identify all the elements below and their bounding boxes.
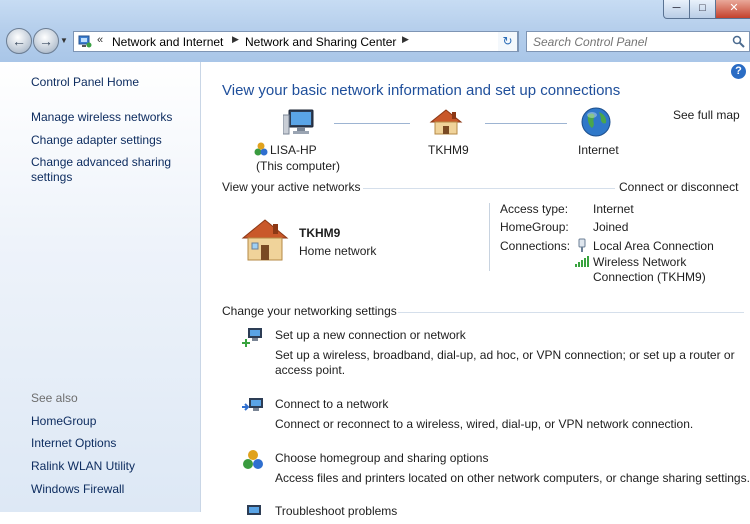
computer-subtitle: (This computer) — [256, 159, 341, 173]
sidebar-item-windows-firewall[interactable]: Windows Firewall — [31, 482, 124, 497]
map-connector — [334, 123, 410, 124]
sidebar-item-manage-wireless-networks[interactable]: Manage wireless networks — [31, 110, 172, 125]
page-title: View your basic network information and … — [222, 82, 621, 99]
homegroup-joined-link[interactable]: Joined — [593, 220, 628, 234]
internet-globe-icon — [581, 107, 611, 137]
title-and-address-bar: ─ □ ✕ ← → ▼ « Network and Internet ▶ Net… — [0, 0, 750, 62]
breadcrumb-separator[interactable]: ▶ — [232, 34, 239, 45]
sidebar-item-internet-options[interactable]: Internet Options — [31, 436, 116, 451]
section-divider — [489, 203, 490, 271]
map-internet-label: Internet — [578, 143, 619, 157]
home-network-large-icon — [241, 219, 289, 261]
section-divider — [398, 312, 744, 313]
home-network-icon — [429, 109, 463, 135]
help-icon[interactable]: ? — [731, 64, 746, 79]
access-type-label: Access type: — [500, 202, 569, 216]
computer-icon — [283, 109, 314, 135]
homegroup-sharing-options-desc: Access files and printers located on oth… — [275, 471, 750, 485]
access-type-value: Internet — [593, 202, 634, 216]
address-bar[interactable]: « Network and Internet ▶ Network and Sha… — [73, 31, 561, 52]
active-networks-label: View your active networks — [222, 180, 361, 194]
control-panel-home-link[interactable]: Control Panel Home — [31, 75, 139, 90]
breadcrumb-network-and-sharing-center[interactable]: Network and Sharing Center — [245, 35, 396, 49]
connect-to-network-desc: Connect or reconnect to a wireless, wire… — [275, 417, 694, 431]
recent-pages-dropdown[interactable]: ▼ — [60, 36, 68, 45]
troubleshoot-problems-link[interactable]: Troubleshoot problems — [275, 504, 397, 518]
left-navigation-pane: Control Panel Home Manage wireless netwo… — [0, 62, 201, 512]
homegroup-label: HomeGroup: — [500, 220, 569, 234]
ethernet-plug-icon — [578, 238, 586, 252]
setup-new-connection-link[interactable]: Set up a new connection or network — [275, 328, 466, 342]
wireless-connection-link-line1[interactable]: Wireless Network — [593, 255, 686, 269]
map-connector — [485, 123, 567, 124]
close-button[interactable]: ✕ — [715, 0, 750, 19]
change-settings-label: Change your networking settings — [222, 304, 397, 318]
active-network-name: TKHM9 — [299, 226, 341, 240]
connections-label: Connections: — [500, 239, 571, 253]
breadcrumb-separator[interactable]: ▶ — [402, 34, 409, 45]
sidebar-item-change-advanced-sharing-settings[interactable]: Change advanced sharing settings — [31, 155, 181, 185]
new-connection-icon — [242, 328, 262, 347]
homegroup-icon — [254, 142, 268, 156]
network-type-link[interactable]: Home network — [299, 244, 376, 258]
setup-new-connection-desc-2: access point. — [275, 363, 346, 377]
sidebar-item-ralink-wlan-utility[interactable]: Ralink WLAN Utility — [31, 459, 135, 474]
refresh-button[interactable]: ↻ — [498, 31, 518, 52]
search-input[interactable] — [533, 33, 723, 50]
connect-to-network-link[interactable]: Connect to a network — [275, 397, 388, 411]
breadcrumb-network-and-internet[interactable]: Network and Internet — [112, 35, 223, 49]
network-folder-icon — [78, 35, 92, 48]
computer-name: LISA-HP — [270, 143, 317, 157]
connect-or-disconnect-link[interactable]: Connect or disconnect — [619, 180, 738, 194]
search-icon[interactable] — [732, 35, 745, 48]
homegroup-sharing-icon — [243, 450, 263, 469]
search-box[interactable] — [526, 31, 750, 52]
maximize-button[interactable]: □ — [689, 0, 716, 19]
section-divider — [363, 188, 615, 189]
connect-to-network-icon — [242, 398, 263, 411]
minimize-button[interactable]: ─ — [663, 0, 690, 19]
local-area-connection-link[interactable]: Local Area Connection — [593, 239, 714, 253]
wireless-signal-icon — [575, 256, 589, 267]
see-also-heading: See also — [31, 391, 78, 405]
see-full-map-link[interactable]: See full map — [673, 108, 740, 122]
breadcrumb-overflow-chevron[interactable]: « — [97, 34, 103, 46]
forward-button[interactable]: → — [33, 28, 59, 54]
sidebar-item-homegroup[interactable]: HomeGroup — [31, 414, 96, 429]
map-network-name: TKHM9 — [428, 143, 469, 157]
troubleshoot-icon — [247, 505, 261, 515]
main-content: ? View your basic network information an… — [201, 62, 750, 518]
wireless-connection-link-line2[interactable]: Connection (TKHM9) — [593, 270, 706, 284]
back-button[interactable]: ← — [6, 28, 32, 54]
homegroup-sharing-options-link[interactable]: Choose homegroup and sharing options — [275, 451, 488, 465]
sidebar-item-change-adapter-settings[interactable]: Change adapter settings — [31, 133, 162, 148]
setup-new-connection-desc: Set up a wireless, broadband, dial-up, a… — [275, 348, 735, 362]
